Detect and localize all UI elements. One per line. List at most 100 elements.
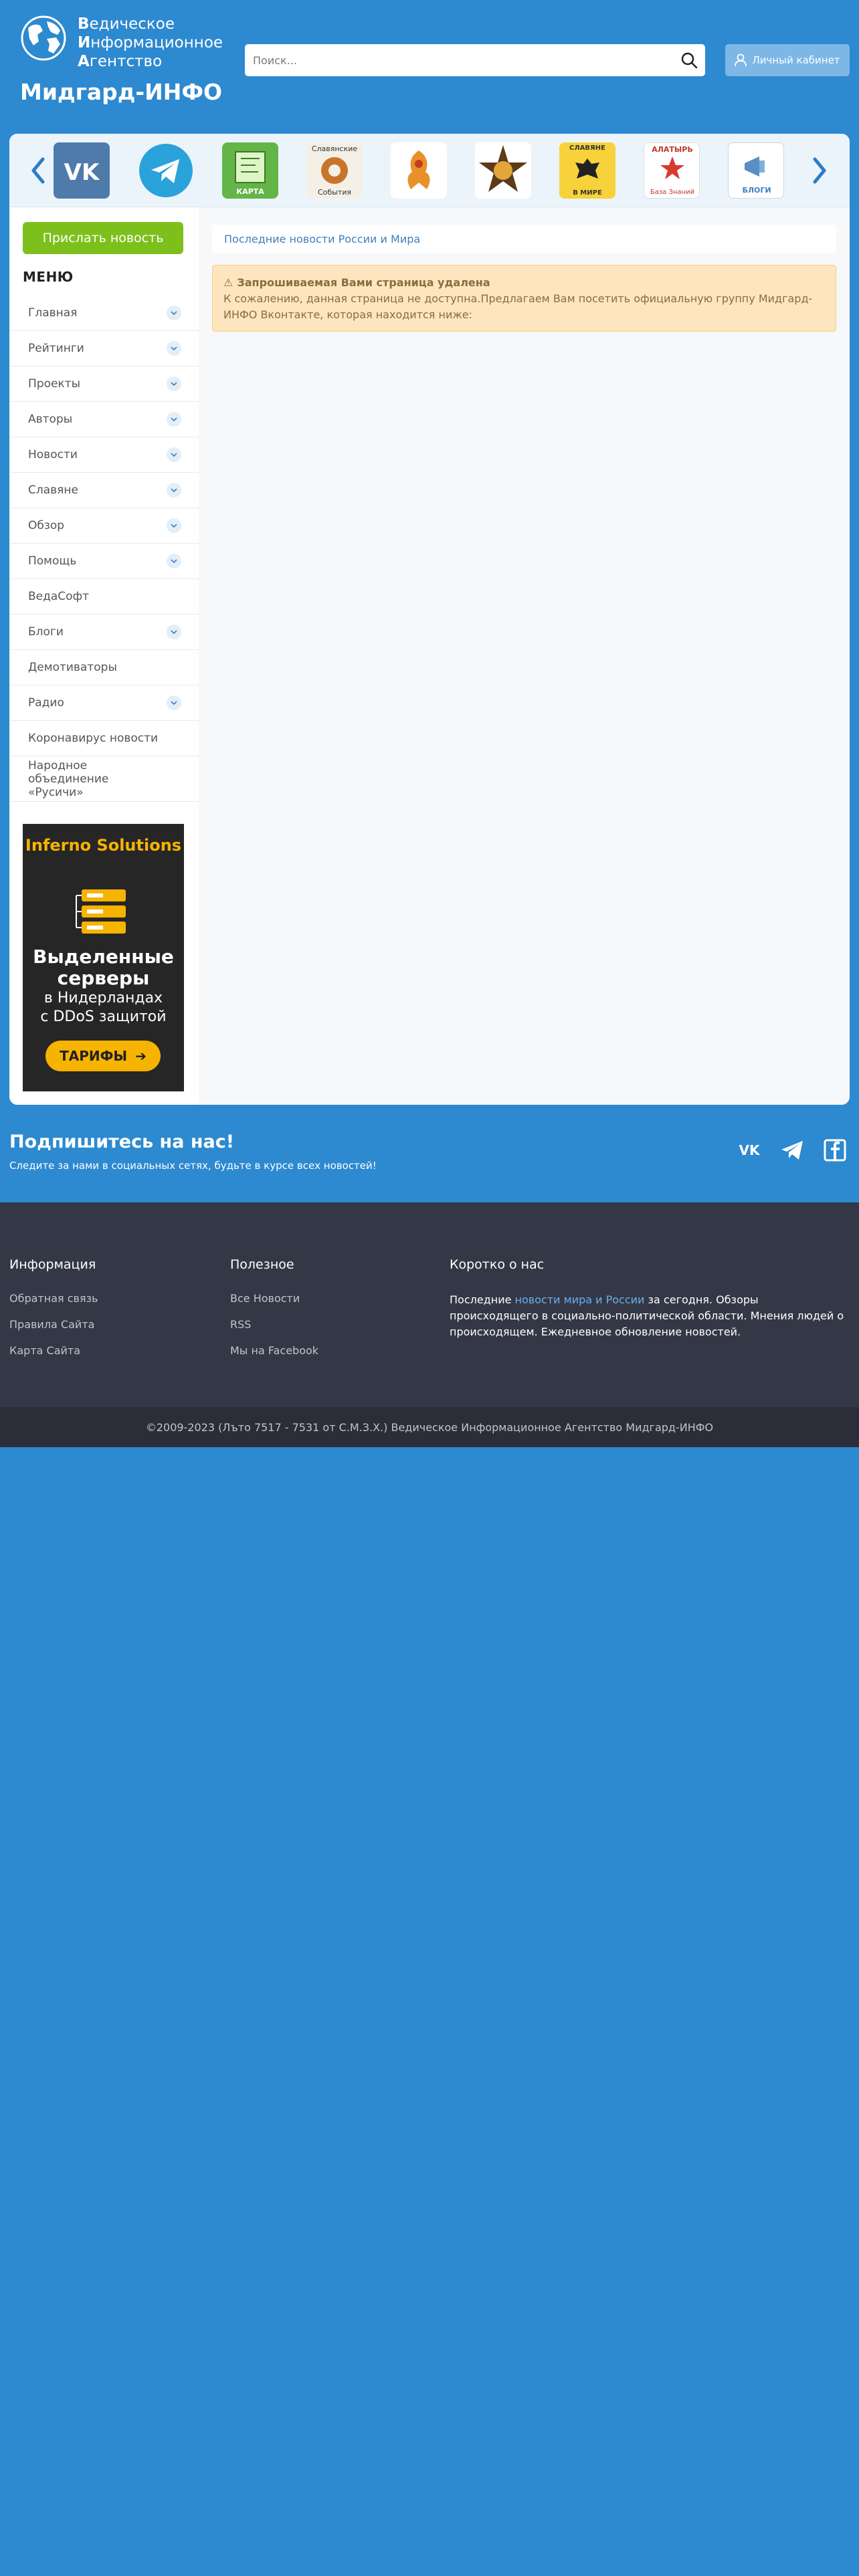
chevron-down-icon[interactable] — [167, 377, 181, 391]
partners-carousel: VK КАРТА Славянские События СЛАВЯНЕ В МИ… — [9, 134, 850, 207]
chevron-down-icon[interactable] — [167, 412, 181, 427]
server-icon — [76, 889, 126, 934]
subscribe-title: Подпишитесь на нас! — [9, 1132, 235, 1152]
site-logo[interactable]: Ведическое Информационное Агентство Мидг… — [20, 15, 223, 115]
footer-info-column: Информация Обратная связь Правила Сайта … — [9, 1257, 98, 1370]
breadcrumb: Последние новости России и Мира — [212, 225, 836, 253]
chevron-down-icon[interactable] — [167, 306, 181, 320]
chevron-right-icon[interactable] — [809, 155, 830, 186]
breadcrumb-link[interactable]: Последние новости России и Мира — [224, 233, 420, 245]
sidebar-item-review[interactable]: Обзор — [9, 508, 199, 544]
chevron-down-icon[interactable] — [167, 554, 181, 568]
carousel-alatyr-top: АЛАТЫРЬ — [652, 145, 693, 154]
footer-link-rules[interactable]: Правила Сайта — [9, 1318, 98, 1331]
footer-link-sitemap[interactable]: Карта Сайта — [9, 1344, 98, 1357]
subscribe-text: Следите за нами в социальных сетях, будь… — [9, 1160, 377, 1172]
sidebar-item-ratings[interactable]: Рейтинги — [9, 331, 199, 366]
menu-title: МЕНЮ — [23, 269, 74, 285]
search-input[interactable] — [253, 44, 661, 76]
sidebar-item-radio[interactable]: Радио — [9, 685, 199, 721]
sidebar-item-news[interactable]: Новости — [9, 437, 199, 473]
sidebar-menu: Главная Рейтинги Проекты Авторы Новости … — [9, 296, 199, 802]
carousel-item-firebird[interactable] — [391, 142, 447, 199]
sidebar-item-projects[interactable]: Проекты — [9, 366, 199, 402]
chevron-down-icon[interactable] — [167, 695, 181, 710]
footer-info-title: Информация — [9, 1257, 96, 1272]
ad-line-2: серверы — [57, 967, 150, 989]
sidebar-item-label: Коронавирус новости — [28, 732, 159, 745]
sidebar-item-label: Рейтинги — [28, 342, 84, 355]
about-news-link[interactable]: новости мира и России — [515, 1293, 645, 1306]
sidebar-item-authors[interactable]: Авторы — [9, 402, 199, 437]
account-button[interactable]: Личный кабинет — [725, 44, 850, 76]
logo-rest-3: гентство — [89, 53, 163, 70]
carousel-item-telegram[interactable] — [138, 142, 194, 199]
logo-rest-1: едическое — [89, 15, 175, 33]
carousel-alatyr-bottom: База Знаний — [650, 189, 695, 196]
subscribe-section: Подпишитесь на нас! Следите за нами в со… — [9, 1132, 850, 1192]
sidebar-item-blogs[interactable]: Блоги — [9, 615, 199, 650]
sidebar: Прислать новость МЕНЮ Главная Рейтинги П… — [9, 207, 199, 1105]
carousel-slavs-bottom: В МИРЕ — [573, 189, 602, 197]
alert-title: Запрошиваемая Вами страница удалена — [237, 276, 490, 289]
carousel-item-vk[interactable]: VK — [54, 142, 110, 199]
send-news-button[interactable]: Прислать новость — [23, 222, 183, 254]
carousel-item-slavs-in-world[interactable]: СЛАВЯНЕ В МИРЕ — [559, 142, 615, 199]
ad-line-1: Выделенные — [33, 946, 174, 968]
vk-icon: VK — [64, 159, 100, 186]
ad-tariffs-button[interactable]: ТАРИФЫ ➔ — [45, 1041, 161, 1071]
main-content: Последние новости России и Мира ⚠ Запрош… — [199, 207, 850, 1105]
sidebar-item-label: Славяне — [28, 484, 78, 497]
sidebar-item-help[interactable]: Помощь — [9, 544, 199, 579]
ad-line-3: в Нидерландах — [43, 990, 163, 1006]
footer-useful-column: Полезное Все Новости RSS Мы на Facebook — [230, 1257, 318, 1370]
sidebar-item-rusichi[interactable]: Народное объединение «Русичи» — [9, 756, 199, 802]
carousel-item-alatyr[interactable]: АЛАТЫРЬ База Знаний — [644, 142, 700, 199]
eagle-icon — [575, 158, 599, 179]
copyright-bar: ©2009-2023 (Лъто 7517 - 7531 от С.М.З.Х.… — [0, 1407, 859, 1447]
chevron-down-icon[interactable] — [167, 447, 181, 462]
telegram-icon[interactable] — [780, 1138, 804, 1162]
svg-text:VK: VK — [739, 1142, 761, 1158]
search-box — [245, 44, 705, 76]
logo-initial-3: А — [78, 53, 90, 70]
carousel-item-slavic-events[interactable]: Славянские События — [306, 142, 363, 199]
chevron-down-icon[interactable] — [167, 483, 181, 498]
site-footer: Информация Обратная связь Правила Сайта … — [0, 1202, 859, 1407]
footer-link-all-news[interactable]: Все Новости — [230, 1292, 318, 1305]
sidebar-item-vedasoft[interactable]: ВедаСофт — [9, 579, 199, 615]
sidebar-item-demotivators[interactable]: Демотиваторы — [9, 650, 199, 685]
sidebar-item-label: Новости — [28, 448, 78, 461]
carousel-item-blogs[interactable]: БЛОГИ — [728, 142, 784, 199]
site-name: Мидгард-ИНФО — [20, 79, 223, 105]
carousel-item-star-emblem[interactable] — [475, 142, 531, 199]
ad-button-label: ТАРИФЫ — [60, 1048, 128, 1064]
footer-link-rss[interactable]: RSS — [230, 1318, 318, 1331]
search-icon[interactable] — [680, 51, 698, 70]
footer-link-feedback[interactable]: Обратная связь — [9, 1292, 98, 1305]
chevron-down-icon[interactable] — [167, 341, 181, 356]
sidebar-item-label: Помощь — [28, 554, 77, 568]
carousel-slavs-top: СЛАВЯНЕ — [569, 144, 605, 152]
logo-initial-1: В — [78, 15, 90, 33]
ad-banner[interactable]: Inferno Solutions Выделенные серверы в Н… — [23, 824, 184, 1091]
chevron-down-icon[interactable] — [167, 625, 181, 639]
footer-useful-title: Полезное — [230, 1257, 294, 1272]
star-emblem-icon — [479, 145, 527, 192]
footer-link-facebook[interactable]: Мы на Facebook — [230, 1344, 318, 1357]
user-icon — [735, 53, 747, 67]
sidebar-item-label: Радио — [28, 696, 64, 710]
chevron-left-icon[interactable] — [28, 155, 48, 186]
ad-title: Inferno Solutions — [25, 836, 182, 855]
vk-icon[interactable]: VK — [737, 1138, 761, 1162]
sidebar-item-home[interactable]: Главная — [9, 296, 199, 331]
alert-text: К сожалению, данная страница не доступна… — [223, 292, 813, 321]
carousel-item-map[interactable]: КАРТА — [222, 142, 278, 199]
chevron-down-icon[interactable] — [167, 518, 181, 533]
main-panel: VK КАРТА Славянские События СЛАВЯНЕ В МИ… — [9, 134, 850, 1105]
sidebar-item-slavs[interactable]: Славяне — [9, 473, 199, 508]
about-prefix: Последние — [450, 1293, 515, 1306]
sidebar-item-label: Демотиваторы — [28, 661, 117, 674]
facebook-icon[interactable] — [823, 1138, 847, 1162]
sidebar-item-coronavirus[interactable]: Коронавирус новости — [9, 721, 199, 756]
